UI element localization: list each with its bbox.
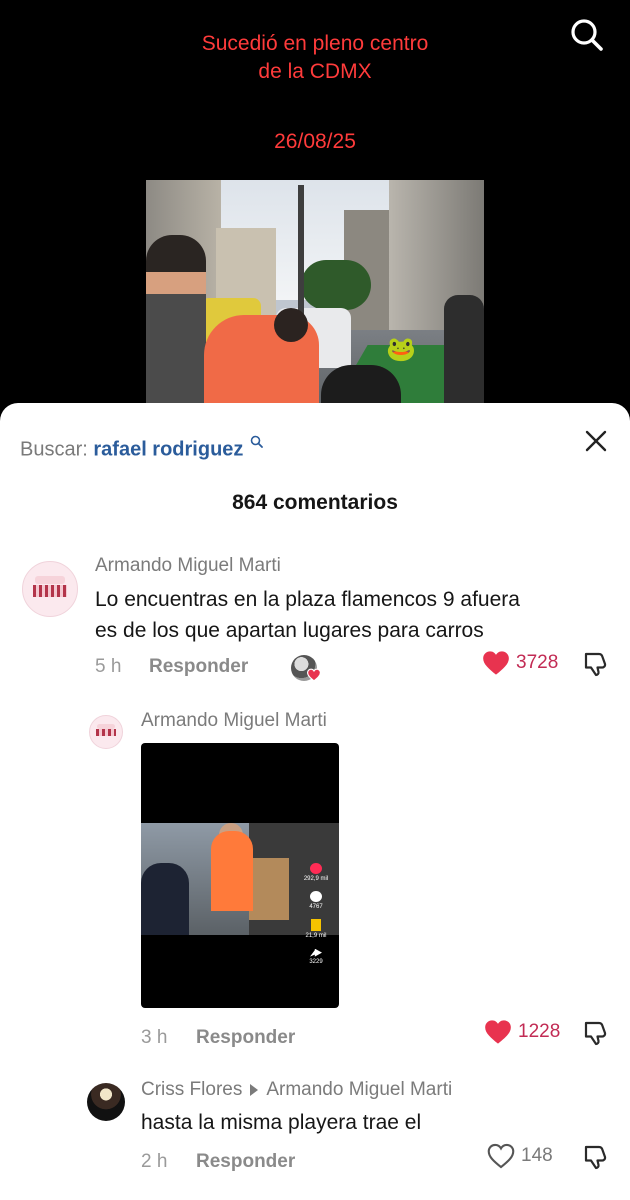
reply-to-author[interactable]: Armando Miguel Marti	[266, 1079, 452, 1100]
video-caption: Sucedió en pleno centro de la CDMX	[0, 30, 630, 86]
comment-time: 2 h	[141, 1151, 168, 1172]
search-label: Buscar:	[20, 438, 88, 461]
comment-text-line: es de los que apartan lugares para carro…	[95, 619, 484, 642]
search-query-link[interactable]: rafael rodriguez	[93, 439, 243, 461]
comment-text: Lo encuentras en la plaza flamencos 9 af…	[95, 584, 520, 646]
thumb-share-count: 3229	[309, 958, 323, 965]
comment-count: 864 comentarios	[232, 491, 398, 514]
reply-button[interactable]: Responder	[196, 1027, 295, 1049]
comment-author-line: Criss Flores Armando Miguel Marti	[141, 1079, 452, 1101]
heart-icon	[310, 863, 322, 874]
comment-author[interactable]: Armando Miguel Marti	[95, 555, 281, 577]
heart-filled-icon	[485, 1020, 511, 1044]
comment-author[interactable]: Armando Miguel Marti	[141, 710, 327, 732]
comment-text: hasta la misma playera trae el	[141, 1111, 422, 1134]
thumb-save-count: 21,9 mil	[305, 933, 327, 940]
like-button[interactable]: 148	[487, 1143, 553, 1169]
bookmark-icon	[311, 919, 321, 932]
like-count: 3728	[516, 652, 559, 673]
dislike-icon[interactable]	[582, 1142, 610, 1170]
avatar[interactable]	[87, 1083, 125, 1121]
like-count: 1228	[518, 1021, 561, 1042]
dislike-icon[interactable]	[582, 649, 610, 677]
reply-button[interactable]: Responder	[149, 656, 248, 678]
like-count: 148	[521, 1145, 553, 1166]
comment-search-suggestion[interactable]: Buscar: rafael rodriguez	[20, 431, 263, 462]
comment-icon	[310, 891, 322, 903]
heart-outline-icon	[487, 1143, 515, 1169]
share-icon	[310, 948, 322, 957]
search-icon	[250, 431, 263, 454]
video-player[interactable]: Sucedió en pleno centro de la CDMX 26/08…	[0, 0, 630, 420]
heart-filled-icon	[483, 651, 509, 675]
like-button[interactable]: 1228	[484, 1019, 560, 1045]
dislike-icon[interactable]	[582, 1018, 610, 1046]
comment-time: 5 h	[95, 656, 122, 677]
avatar[interactable]	[89, 715, 123, 749]
video-attachment[interactable]: 292,9 mil 4767 21,9 mil 3229	[141, 743, 339, 1008]
comment-time: 3 h	[141, 1027, 168, 1048]
close-icon[interactable]	[584, 429, 608, 453]
like-button[interactable]: 3728	[482, 650, 558, 676]
reply-button[interactable]: Responder	[196, 1151, 295, 1173]
frog-sticker: 🐸	[386, 336, 416, 363]
comment-author[interactable]: Criss Flores	[141, 1079, 242, 1100]
reply-arrow-icon	[250, 1083, 259, 1096]
caption-line-2: de la CDMX	[258, 60, 372, 83]
video-frame: 🐸	[146, 180, 484, 420]
caption-line-1: Sucedió en pleno centro	[201, 32, 429, 55]
comment-text-line: Lo encuentras en la plaza flamencos 9 af…	[95, 588, 520, 611]
comments-sheet: Buscar: rafael rodriguez 864 comentarios…	[0, 403, 630, 1200]
avatar[interactable]	[22, 561, 78, 617]
video-date: 26/08/25	[274, 130, 356, 153]
thumb-like-count: 292,9 mil	[303, 876, 329, 882]
video-side-actions: 292,9 mil 4767 21,9 mil 3229	[301, 863, 331, 966]
thumb-comment-count: 4767	[309, 904, 323, 911]
search-icon[interactable]	[568, 16, 606, 54]
creator-heart-icon	[307, 668, 321, 682]
